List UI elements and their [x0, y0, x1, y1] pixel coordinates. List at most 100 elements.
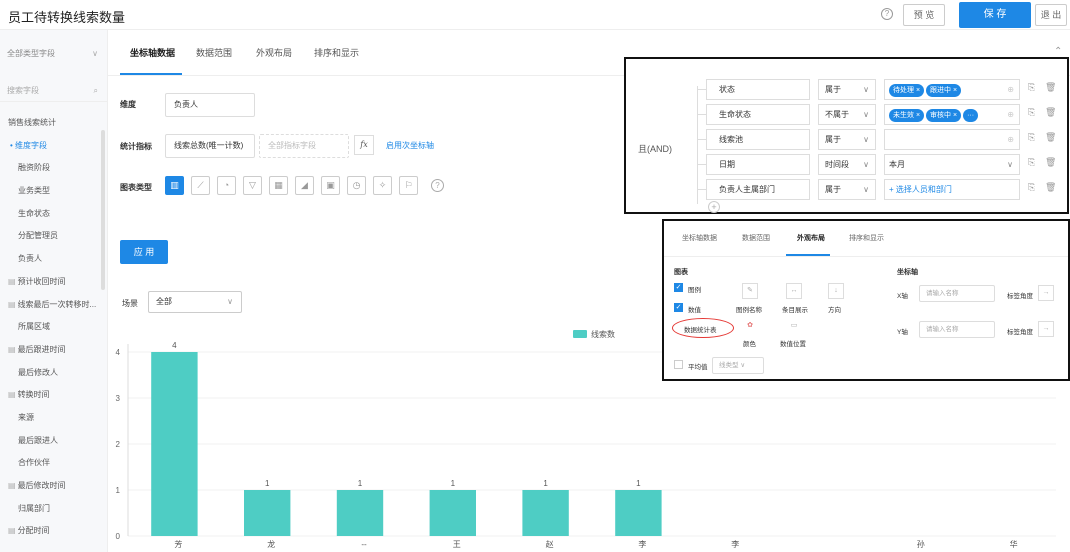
funnel-chart-icon[interactable]: ▽	[243, 176, 262, 195]
scene-select[interactable]: 全部 ∨	[148, 291, 242, 313]
sidebar-field-item[interactable]: • 维度字段	[0, 135, 104, 158]
condition-value-field[interactable]: + 选择人员和部门	[884, 179, 1020, 200]
secondary-axis-link[interactable]: 启用次坐标轴	[386, 140, 434, 151]
x-angle-arrow-icon[interactable]: →	[1038, 285, 1054, 301]
field-search-input[interactable]: 搜索字段 ⌕	[0, 80, 108, 102]
sidebar-field-item[interactable]: 最后修改人	[0, 362, 104, 385]
tab-appearance[interactable]: 外观布局	[256, 46, 292, 59]
metric-add-field[interactable]: 全部指标字段	[259, 134, 349, 158]
copy-condition-icon[interactable]: ⎘	[1028, 132, 1035, 143]
data-stat-label[interactable]: 数据统计表	[684, 324, 717, 334]
x-axis-name-input[interactable]: 请输入名称	[919, 285, 995, 302]
dimension-field[interactable]: 负责人	[165, 93, 255, 117]
gauge-chart-icon[interactable]: ◷	[347, 176, 366, 195]
add-condition-icon[interactable]: +	[708, 201, 720, 213]
delete-icon[interactable]: 🗑	[1045, 157, 1056, 168]
area-chart-icon[interactable]: ◢	[295, 176, 314, 195]
pie-chart-icon[interactable]: ◔	[217, 176, 236, 195]
condition-value-field[interactable]: ⊕	[884, 129, 1020, 150]
copy-condition-icon[interactable]: ⎘	[1028, 157, 1035, 168]
condition-tag[interactable]: ···	[963, 109, 979, 122]
delete-icon[interactable]: 🗑	[1045, 107, 1056, 118]
condition-field[interactable]: 日期	[706, 154, 810, 175]
delete-icon[interactable]: 🗑	[1045, 132, 1056, 143]
condition-field[interactable]: 线索池	[706, 129, 810, 150]
add-value-icon[interactable]: ⊕	[1007, 80, 1014, 99]
sidebar-field-item[interactable]: 最后跟进人	[0, 430, 104, 453]
sidebar-field-item[interactable]: 归属部门	[0, 498, 104, 521]
map-chart-icon[interactable]: ⚐	[399, 176, 418, 195]
condition-operator-select[interactable]: 属于 ∨	[818, 179, 876, 200]
delete-icon[interactable]: 🗑	[1045, 82, 1056, 93]
condition-tag[interactable]: 待处理 ×	[889, 84, 925, 97]
condition-tag[interactable]: 跟进中 ×	[926, 84, 962, 97]
tab-sort-display[interactable]: 排序和显示	[314, 46, 359, 59]
sidebar-field-item[interactable]: 所属区域	[0, 316, 104, 339]
condition-tag[interactable]: 未生效 ×	[889, 109, 925, 122]
value-position-icon[interactable]: ▭	[786, 319, 802, 335]
color-palette-icon[interactable]: ✿	[742, 319, 758, 335]
condition-tag[interactable]: 审核中 ×	[926, 109, 962, 122]
condition-value-field[interactable]: 未生效 × 审核中 × ··· ⊕	[884, 104, 1020, 125]
collapse-icon[interactable]: ⌃	[1054, 46, 1062, 57]
lp-tab-sort-display[interactable]: 排序和显示	[849, 233, 884, 243]
card-chart-icon[interactable]: ▣	[321, 176, 340, 195]
sidebar-field-item[interactable]: 最后修改时间	[0, 475, 104, 498]
value-checkbox[interactable]: ✓	[674, 303, 683, 312]
condition-operator-select[interactable]: 属于 ∨	[818, 129, 876, 150]
pencil-icon[interactable]: ✎	[742, 283, 758, 299]
help-icon[interactable]: ?	[881, 8, 893, 20]
condition-value-field[interactable]: 待处理 × 跟进中 × ⊕	[884, 79, 1020, 100]
condition-value-field[interactable]: 本月 ∨	[884, 154, 1020, 175]
condition-field[interactable]: 状态	[706, 79, 810, 100]
copy-condition-icon[interactable]: ⎘	[1028, 182, 1035, 193]
table-chart-icon[interactable]: ▦	[269, 176, 288, 195]
preview-button[interactable]: 预 览	[903, 4, 945, 26]
sidebar-field-item[interactable]: 合作伙伴	[0, 452, 104, 475]
apply-button[interactable]: 应 用	[120, 240, 168, 264]
y-axis-name-input[interactable]: 请输入名称	[919, 321, 995, 338]
condition-field[interactable]: 负责人主属部门	[706, 179, 810, 200]
sidebar-field-item[interactable]: 生命状态	[0, 203, 104, 226]
sidebar-field-item[interactable]: 分配管理员	[0, 225, 104, 248]
lp-tab-appearance[interactable]: 外观布局	[797, 233, 825, 243]
direction-icon[interactable]: ↓	[828, 283, 844, 299]
delete-icon[interactable]: 🗑	[1045, 182, 1056, 193]
field-type-select[interactable]: 全部类型字段 ∨	[0, 42, 108, 66]
lp-tab-data-range[interactable]: 数据范围	[742, 233, 770, 243]
metric-field[interactable]: 线索总数(唯一计数)	[165, 134, 255, 158]
save-button[interactable]: 保 存	[959, 2, 1031, 28]
chart-type-help-icon[interactable]: ?	[431, 179, 444, 192]
sidebar-field-item[interactable]: 业务类型	[0, 180, 104, 203]
exit-button[interactable]: 退 出	[1035, 4, 1067, 26]
lp-tab-axis-data[interactable]: 坐标轴数据	[682, 233, 717, 243]
sidebar-field-item[interactable]: 负责人	[0, 248, 104, 271]
sidebar-field-item[interactable]: 来源	[0, 407, 104, 430]
copy-condition-icon[interactable]: ⎘	[1028, 107, 1035, 118]
condition-operator-select[interactable]: 属于 ∨	[818, 79, 876, 100]
sidebar-field-item[interactable]: 分配时间	[0, 520, 104, 543]
condition-operator-select[interactable]: 不属于 ∨	[818, 104, 876, 125]
sidebar-field-item[interactable]: 转换时间	[0, 384, 104, 407]
sidebar-field-item[interactable]: 最后跟进时间	[0, 339, 104, 362]
item-display-icon[interactable]: ↔	[786, 283, 802, 299]
condition-operator-select[interactable]: 时间段 ∨	[818, 154, 876, 175]
sidebar-field-item[interactable]: 线索最后一次转移时...	[0, 294, 104, 317]
tab-data-range[interactable]: 数据范围	[196, 46, 232, 59]
line-type-select[interactable]: 线类型 ∨	[712, 357, 764, 374]
y-angle-arrow-icon[interactable]: →	[1038, 321, 1054, 337]
add-value-icon[interactable]: ⊕	[1007, 105, 1014, 124]
formula-icon[interactable]: fx	[354, 135, 374, 155]
add-value-icon[interactable]: ⊕	[1007, 130, 1014, 149]
legend-checkbox[interactable]: ✓	[674, 283, 683, 292]
bar-chart-icon[interactable]: ▥	[165, 176, 184, 195]
line-chart-icon[interactable]: ⟋	[191, 176, 210, 195]
radar-chart-icon[interactable]: ✧	[373, 176, 392, 195]
sidebar-field-item[interactable]: 预计收回时间	[0, 271, 104, 294]
copy-condition-icon[interactable]: ⎘	[1028, 82, 1035, 93]
sidebar-scrollbar[interactable]	[101, 130, 105, 290]
condition-field[interactable]: 生命状态	[706, 104, 810, 125]
sidebar-field-item[interactable]: 融资阶段	[0, 157, 104, 180]
tab-axis-data[interactable]: 坐标轴数据	[130, 46, 175, 59]
average-checkbox[interactable]	[674, 360, 683, 369]
